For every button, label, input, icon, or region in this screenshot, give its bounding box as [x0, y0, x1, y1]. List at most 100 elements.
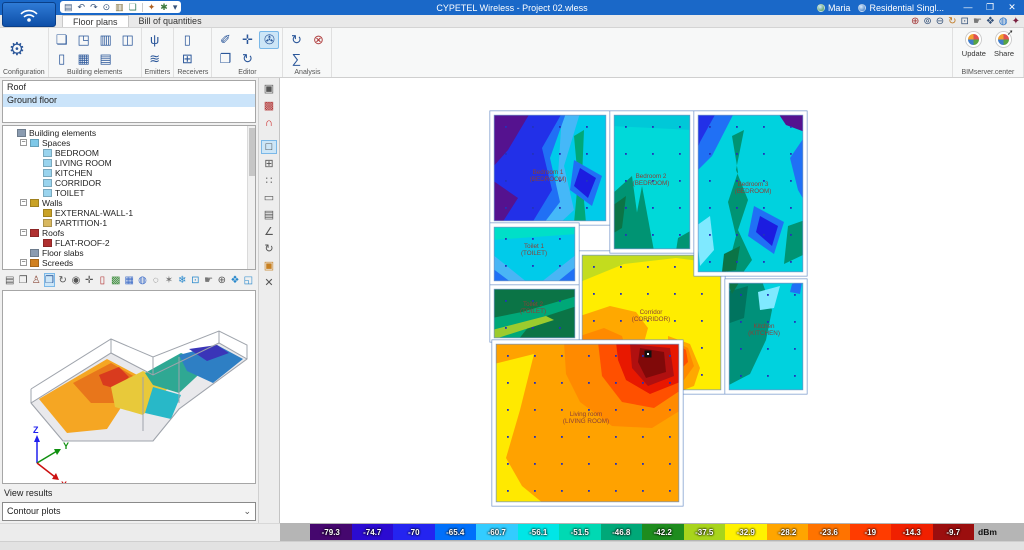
- export-view-icon[interactable]: ❐: [17, 273, 28, 287]
- grab-icon[interactable]: ✛: [84, 273, 95, 287]
- external-wall-button[interactable]: ◳: [74, 31, 94, 49]
- project-chip[interactable]: Residential Singl...: [858, 3, 944, 13]
- copy-button[interactable]: ❐: [215, 50, 235, 68]
- snowflake-icon[interactable]: ❄: [177, 273, 188, 287]
- tree-item-kitchen[interactable]: KITCHEN: [5, 168, 255, 178]
- partition-button[interactable]: ▥: [96, 31, 116, 49]
- close-button[interactable]: ✕: [1002, 1, 1022, 14]
- emitter-button[interactable]: ψ: [145, 31, 165, 49]
- pan-icon[interactable]: ☛: [973, 16, 982, 27]
- configuration-button[interactable]: ⚙: [3, 30, 31, 68]
- collapse-icon[interactable]: −: [20, 139, 27, 147]
- redraw-icon[interactable]: ↻: [948, 16, 956, 27]
- update-button[interactable]: Update: [962, 32, 986, 58]
- user-chip[interactable]: Maria: [816, 3, 850, 13]
- receiver-grid-button[interactable]: ⊞: [177, 50, 197, 68]
- room-toilet1[interactable]: Toilet 1(TOILET): [492, 225, 577, 283]
- tree-item-flat-roof-2[interactable]: FLAT-ROOF-2: [5, 238, 255, 248]
- move-button[interactable]: ✛: [237, 31, 257, 49]
- tree-item-partition-1[interactable]: PARTITION-1: [5, 218, 255, 228]
- tree-item-spaces[interactable]: − Spaces: [5, 138, 255, 148]
- room-bedroom3[interactable]: Bedroom 3(BEDROOM): [696, 113, 805, 274]
- room-bedroom1[interactable]: Bedroom 1(BEDROOM): [492, 113, 608, 223]
- view-results-select[interactable]: Contour plots ⌄: [2, 501, 256, 522]
- share-button[interactable]: Share: [994, 28, 1014, 58]
- angle-icon[interactable]: ∠: [261, 225, 277, 239]
- dimension-icon[interactable]: ▤: [261, 208, 277, 222]
- layer-green-icon[interactable]: ▩: [110, 273, 121, 287]
- layers-icon[interactable]: ▩: [261, 99, 277, 113]
- column-button[interactable]: ▯: [52, 50, 72, 68]
- reference-icon[interactable]: ▣: [261, 259, 277, 273]
- web-icon[interactable]: ◍: [999, 16, 1008, 27]
- zoom-window-icon[interactable]: ⊕: [911, 16, 919, 27]
- collapse-icon[interactable]: −: [20, 259, 27, 267]
- floor-slab-button[interactable]: ▦: [74, 50, 94, 68]
- template-icon[interactable]: ▣: [261, 82, 277, 96]
- tree-item-bedroom[interactable]: BEDROOM: [5, 148, 255, 158]
- app-button[interactable]: [2, 2, 56, 27]
- tree-item-building-elements[interactable]: Building elements: [5, 128, 255, 138]
- pan-3d-icon[interactable]: ☛: [203, 273, 214, 287]
- tree-item-screed-1[interactable]: SCREED-1: [5, 268, 255, 269]
- collapse-icon[interactable]: −: [20, 229, 27, 237]
- spaces-button[interactable]: ❏: [52, 31, 72, 49]
- update-results-button[interactable]: ↻: [286, 31, 306, 49]
- zoom-scale-icon[interactable]: ⊡: [961, 16, 969, 27]
- person-view-icon[interactable]: ♙: [31, 273, 42, 287]
- roof-button[interactable]: ▤: [96, 50, 116, 68]
- selection-box-icon[interactable]: □: [261, 140, 277, 154]
- object-snap-icon[interactable]: ∷: [261, 174, 277, 188]
- maximize-button[interactable]: ❐: [980, 1, 1000, 14]
- minimize-button[interactable]: —: [958, 1, 978, 14]
- plan-canvas[interactable]: Corridor (CORRIDOR) Bedroom 1 (BEDROOM) Bedr…: [280, 78, 1024, 523]
- zoom-previous-icon[interactable]: ⊖: [936, 16, 944, 27]
- tree-item-roofs[interactable]: − Roofs: [5, 228, 255, 238]
- screens-icon[interactable]: ❖: [986, 16, 995, 27]
- print-3d-icon[interactable]: ▤: [4, 273, 15, 287]
- layer-blue-icon[interactable]: ▦: [123, 273, 134, 287]
- floor-item-ground-floor[interactable]: Ground floor: [3, 94, 255, 107]
- room-livingroom[interactable]: Living room(LIVING ROOM): [494, 342, 681, 504]
- tree-item-living-room[interactable]: LIVING ROOM: [5, 158, 255, 168]
- grid-icon[interactable]: ⊞: [261, 157, 277, 171]
- fullscreen-3d-icon[interactable]: ❖: [229, 273, 240, 287]
- help-icon[interactable]: ✦: [1012, 16, 1020, 27]
- export-3d-icon[interactable]: ◱: [243, 273, 254, 287]
- orbit-icon[interactable]: ↻: [57, 273, 68, 287]
- tree-scrollbar[interactable]: [247, 125, 255, 269]
- collapse-icon[interactable]: −: [20, 199, 27, 207]
- erase-button[interactable]: ✐: [215, 31, 235, 49]
- center-3d-icon[interactable]: ⊕: [216, 273, 227, 287]
- zoom-window-3d-icon[interactable]: ⊡: [190, 273, 201, 287]
- eye-icon[interactable]: ◉: [70, 273, 81, 287]
- calculate-button[interactable]: ∑: [286, 50, 306, 68]
- tab-bill-of-quantities[interactable]: Bill of quantities: [129, 15, 212, 27]
- solid-view-icon[interactable]: ❒: [43, 272, 56, 287]
- tab-floor-plans[interactable]: Floor plans: [62, 15, 129, 27]
- emitter-coverage-button[interactable]: ≋: [145, 50, 165, 68]
- emitter-marker[interactable]: [644, 350, 652, 358]
- tree-item-walls[interactable]: − Walls: [5, 198, 255, 208]
- tree-item-screeds[interactable]: − Screeds: [5, 258, 255, 268]
- tools-icon[interactable]: ✕: [261, 276, 277, 290]
- delete-results-button[interactable]: ⊗: [308, 31, 328, 49]
- tree-item-toilet[interactable]: TOILET: [5, 188, 255, 198]
- tree-item-corridor[interactable]: CORRIDOR: [5, 178, 255, 188]
- room-toilet2[interactable]: Toilet 2(TOILET): [492, 287, 577, 340]
- floor-item-roof[interactable]: Roof: [3, 81, 255, 94]
- snap-magnet-icon[interactable]: ∩: [261, 116, 277, 130]
- 3d-preview[interactable]: Z Y X: [2, 290, 256, 484]
- section-red-icon[interactable]: ▯: [97, 273, 108, 287]
- textures-icon[interactable]: ◍: [137, 273, 148, 287]
- view-3d-button[interactable]: ✇: [259, 30, 280, 49]
- zoom-all-icon[interactable]: ⊚: [923, 16, 931, 27]
- opening-button[interactable]: ◫: [118, 31, 138, 49]
- ruler-icon[interactable]: ▭: [261, 191, 277, 205]
- rotate-button[interactable]: ↻: [237, 50, 257, 68]
- room-bedroom2[interactable]: Bedroom 2(BEDROOM): [612, 113, 692, 251]
- tree-item-floor-slabs[interactable]: Floor slabs: [5, 248, 255, 258]
- tree-item-external-wall-1[interactable]: EXTERNAL-WALL-1: [5, 208, 255, 218]
- room-kitchen[interactable]: Kitchen(KITCHEN): [727, 281, 805, 392]
- effects-icon[interactable]: ✶: [163, 273, 174, 287]
